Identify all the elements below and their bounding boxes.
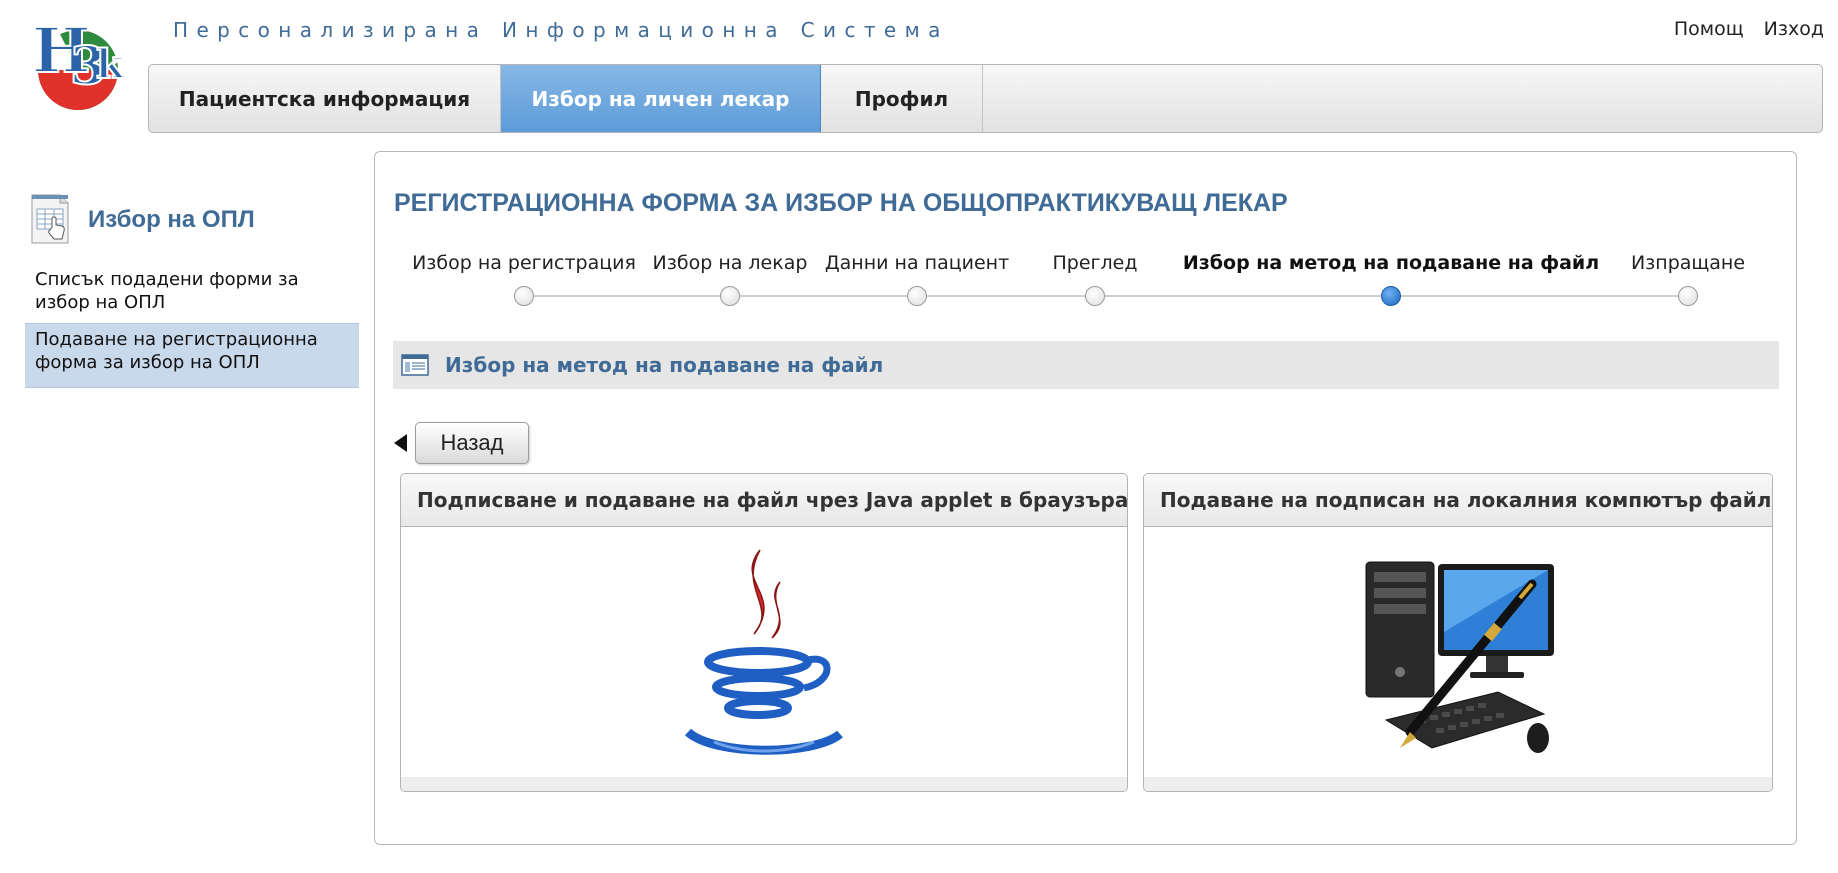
top-links: Помощ Изход: [1660, 18, 1824, 40]
back-control: Назад: [394, 422, 529, 464]
option-java-applet[interactable]: Подписване и подаване на файл чрез Java …: [400, 473, 1128, 792]
nzok-logo: H 3 k: [31, 13, 126, 110]
step-label-submit-method: Избор на метод на подаване на файл: [1182, 252, 1600, 274]
back-arrow-icon[interactable]: [394, 434, 407, 452]
java-logo-icon: [684, 549, 843, 755]
option-local-file-title: Подаване на подписан на локалния компютъ…: [1144, 474, 1772, 527]
step-dot-registration[interactable]: [514, 286, 534, 306]
sidebar-item-submitted-forms[interactable]: Списък подадени форми за избор на ОПЛ: [25, 264, 359, 318]
app-title: Персонализирана Информационна Система: [173, 18, 949, 42]
form-document-icon: [31, 194, 69, 244]
section-header: Избор на метод на подаване на файл: [393, 341, 1779, 389]
section-title: Избор на метод на подаване на файл: [445, 353, 884, 377]
tab-profile[interactable]: Профил: [821, 65, 983, 132]
option-local-file[interactable]: Подаване на подписан на локалния компютъ…: [1143, 473, 1773, 792]
step-label-registration: Избор на регистрация: [412, 252, 636, 274]
tab-choose-doctor[interactable]: Избор на личен лекар: [501, 65, 821, 132]
help-link[interactable]: Помощ: [1674, 18, 1744, 40]
computer-pen-icon: [1365, 561, 1554, 753]
step-label-review: Преглед: [1052, 252, 1138, 274]
option-java-applet-title: Подписване и подаване на файл чрез Java …: [401, 474, 1127, 527]
main-navbar: Пациентска информация Избор на личен лек…: [148, 64, 1823, 133]
back-button[interactable]: Назад: [415, 422, 529, 464]
step-dot-submit-method[interactable]: [1381, 286, 1401, 306]
step-label-send: Изпращане: [1630, 252, 1746, 274]
window-list-icon: [401, 354, 429, 376]
form-title: РЕГИСТРАЦИОННА ФОРМА ЗА ИЗБОР НА ОБЩОПРА…: [394, 189, 1288, 217]
step-dot-review[interactable]: [1085, 286, 1105, 306]
logout-link[interactable]: Изход: [1764, 18, 1824, 40]
sidebar-title: Избор на ОПЛ: [88, 206, 255, 233]
sidebar-item-submit-form[interactable]: Подаване на регистрационна форма за избо…: [25, 323, 359, 388]
step-dot-doctor[interactable]: [720, 286, 740, 306]
step-label-patient-data: Данни на пациент: [824, 252, 1010, 274]
tab-patient-info[interactable]: Пациентска информация: [149, 65, 501, 132]
svg-text:k: k: [96, 41, 125, 88]
step-label-doctor: Избор на лекар: [652, 252, 808, 274]
step-dot-patient-data[interactable]: [907, 286, 927, 306]
sidebar-header: Избор на ОПЛ: [28, 193, 255, 247]
step-dot-send[interactable]: [1678, 286, 1698, 306]
